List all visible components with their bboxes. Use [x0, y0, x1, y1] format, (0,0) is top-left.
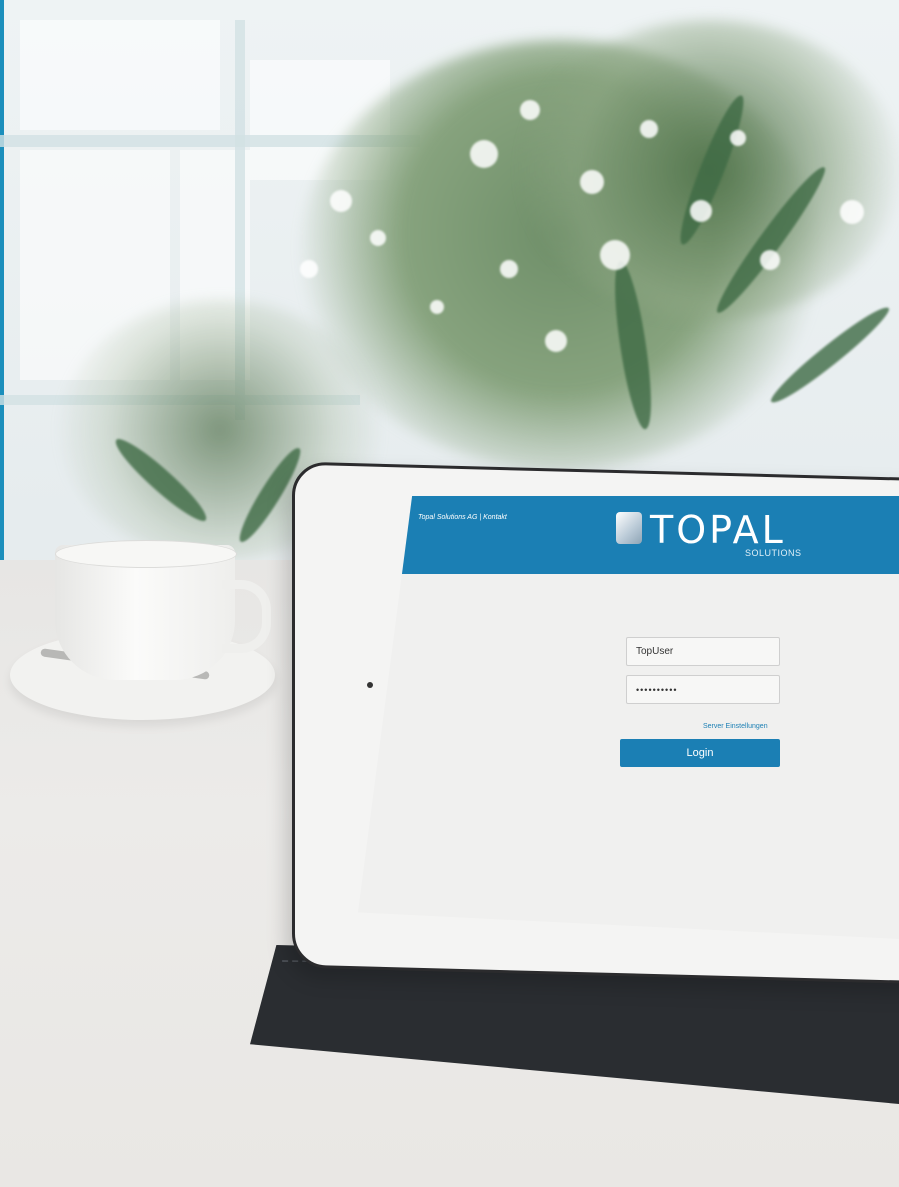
window-pane: [20, 20, 220, 130]
username-input[interactable]: [626, 637, 780, 666]
bokeh-light: [370, 230, 386, 246]
bokeh-light: [690, 200, 712, 222]
topal-logo-cube-icon: [616, 512, 642, 544]
company-contact-link[interactable]: Topal Solutions AG | Kontakt: [418, 514, 507, 521]
app-header: Topal Solutions AG | Kontakt TOPAL SOLUT…: [358, 496, 899, 574]
bokeh-light: [500, 260, 518, 278]
bokeh-light: [300, 260, 318, 278]
bokeh-light: [640, 120, 658, 138]
tablet-screen: Topal Solutions AG | Kontakt TOPAL SOLUT…: [358, 496, 899, 939]
coffee-cup-handle: [222, 580, 271, 653]
bokeh-light: [840, 200, 864, 224]
bokeh-light: [520, 100, 540, 120]
bokeh-light: [760, 250, 780, 270]
bokeh-light: [580, 170, 604, 194]
bokeh-light: [600, 240, 630, 270]
coffee-cup-rim: [55, 540, 237, 568]
tablet-camera: [367, 682, 373, 688]
logo-wordmark: TOPAL: [650, 508, 786, 552]
bokeh-light: [545, 330, 567, 352]
password-input[interactable]: [626, 675, 780, 704]
bokeh-light: [330, 190, 352, 212]
server-settings-link[interactable]: Server Einstellungen: [703, 723, 768, 730]
logo-subtext: SOLUTIONS: [745, 548, 802, 558]
login-button[interactable]: Login: [620, 739, 780, 767]
background-photo: Topal Solutions AG | Kontakt TOPAL SOLUT…: [0, 0, 899, 1187]
bokeh-light: [730, 130, 746, 146]
bokeh-light: [430, 300, 444, 314]
bokeh-light: [470, 140, 498, 168]
